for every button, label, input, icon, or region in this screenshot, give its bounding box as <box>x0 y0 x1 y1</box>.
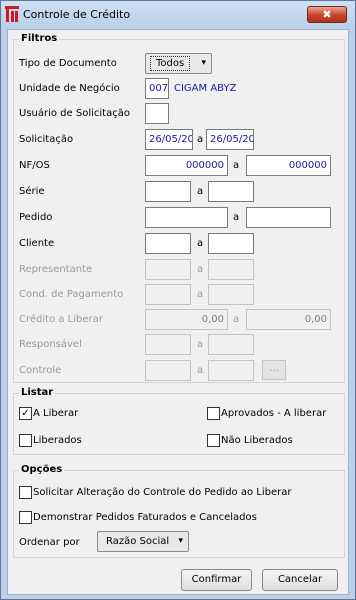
app-logo-icon <box>5 6 19 22</box>
checkmark-icon: ✓ <box>21 408 30 419</box>
tipo-documento-value: Todos <box>150 56 191 71</box>
close-icon: ✖ <box>322 8 332 21</box>
a-liberar-label[interactable]: A Liberar <box>33 408 78 419</box>
cond-pagamento-from-input <box>145 284 191 305</box>
serie-from-input[interactable] <box>145 181 191 202</box>
filtros-group: Filtros Tipo de Documento Todos ▾ Unidad… <box>13 33 345 383</box>
serie-to-input[interactable] <box>208 181 254 202</box>
filtros-title: Filtros <box>19 33 60 44</box>
tipo-documento-label: Tipo de Documento <box>19 58 117 69</box>
solicitar-alteracao-checkbox[interactable] <box>19 486 32 499</box>
controle-credito-window: Controle de Crédito ✖ Filtros Tipo de Do… <box>0 0 356 600</box>
usuario-solicitacao-label: Usuário de Solicitação <box>19 108 130 119</box>
nao-liberados-checkbox[interactable] <box>207 434 220 447</box>
close-button[interactable]: ✖ <box>307 6 347 23</box>
cliente-label: Cliente <box>19 238 55 249</box>
solicitacao-sep: a <box>197 134 204 145</box>
nf-os-sep: a <box>233 160 240 171</box>
aprovados-label[interactable]: Aprovados - A liberar <box>221 408 326 419</box>
nf-os-label: NF/OS <box>19 160 50 171</box>
confirmar-button[interactable]: Confirmar <box>181 569 252 591</box>
solicitacao-from-input[interactable]: 26/05/20 <box>145 129 193 150</box>
unidade-negocio-label: Unidade de Negócio <box>19 83 120 94</box>
controle-from-input <box>145 360 191 381</box>
pedido-sep: a <box>233 212 240 223</box>
pedido-from-input[interactable] <box>145 207 228 228</box>
opcoes-title: Opções <box>19 464 65 475</box>
controle-to-input <box>208 360 254 381</box>
representante-to-input <box>208 259 254 280</box>
credito-liberar-from-input: 0,00 <box>145 309 228 330</box>
pedido-label: Pedido <box>19 212 53 223</box>
nf-os-from-input[interactable]: 000000 <box>145 155 228 176</box>
serie-label: Série <box>19 186 45 197</box>
cliente-to-input[interactable] <box>208 233 254 254</box>
confirmar-label: Confirmar <box>191 574 242 585</box>
listar-group: Listar ✓ A Liberar Aprovados - A liberar… <box>13 387 345 455</box>
responsavel-to-input <box>208 334 254 355</box>
representante-label: Representante <box>19 264 93 275</box>
solicitacao-to-input[interactable]: 26/05/20 <box>206 129 254 150</box>
usuario-solicitacao-input[interactable] <box>145 103 169 124</box>
cond-pagamento-to-input <box>208 284 254 305</box>
listar-title: Listar <box>19 387 56 398</box>
credito-liberar-to-input: 0,00 <box>246 309 331 330</box>
chevron-down-icon: ▾ <box>178 536 183 546</box>
liberados-checkbox[interactable] <box>19 434 32 447</box>
nf-os-to-input[interactable]: 000000 <box>246 155 331 176</box>
title-bar[interactable]: Controle de Crédito ✖ <box>1 1 355 29</box>
tipo-documento-select[interactable]: Todos ▾ <box>145 53 212 74</box>
cond-pagamento-sep: a <box>197 289 204 300</box>
controle-label: Controle <box>19 365 62 376</box>
nao-liberados-label[interactable]: Não Liberados <box>221 435 293 446</box>
responsavel-label: Responsável <box>19 339 82 350</box>
representante-sep: a <box>197 264 204 275</box>
ordenar-por-label: Ordenar por <box>19 537 80 548</box>
dialog-body: Filtros Tipo de Documento Todos ▾ Unidad… <box>7 29 349 595</box>
demonstrar-pedidos-label[interactable]: Demonstrar Pedidos Faturados e Cancelado… <box>33 512 257 523</box>
pedido-to-input[interactable] <box>246 207 331 228</box>
a-liberar-checkbox[interactable]: ✓ <box>19 407 32 420</box>
unidade-negocio-name: CIGAM ABYZ <box>174 83 237 94</box>
credito-liberar-label: Crédito a Liberar <box>19 314 103 325</box>
solicitacao-label: Solicitação <box>19 134 74 145</box>
responsavel-from-input <box>145 334 191 355</box>
credito-liberar-sep: a <box>233 314 240 325</box>
opcoes-group: Opções Solicitar Alteração do Controle d… <box>13 464 345 558</box>
serie-sep: a <box>197 186 204 197</box>
cliente-sep: a <box>197 238 204 249</box>
demonstrar-pedidos-checkbox[interactable] <box>19 511 32 524</box>
representante-from-input <box>145 259 191 280</box>
cond-pagamento-label: Cond. de Pagamento <box>19 289 124 300</box>
aprovados-checkbox[interactable] <box>207 407 220 420</box>
window-title: Controle de Crédito <box>23 8 131 21</box>
controle-lookup-button[interactable]: ... <box>262 360 286 380</box>
responsavel-sep: a <box>197 339 204 350</box>
liberados-label[interactable]: Liberados <box>33 435 82 446</box>
unidade-negocio-code-input[interactable]: 007 <box>145 78 169 99</box>
ordenar-por-value: Razão Social <box>106 536 170 547</box>
cancelar-label: Cancelar <box>277 574 323 585</box>
ordenar-por-select[interactable]: Razão Social ▾ <box>97 531 189 552</box>
chevron-down-icon: ▾ <box>201 58 206 68</box>
cancelar-button[interactable]: Cancelar <box>262 569 338 591</box>
solicitar-alteracao-label[interactable]: Solicitar Alteração do Controle do Pedid… <box>33 487 291 498</box>
controle-sep: a <box>197 365 204 376</box>
cliente-from-input[interactable] <box>145 233 191 254</box>
